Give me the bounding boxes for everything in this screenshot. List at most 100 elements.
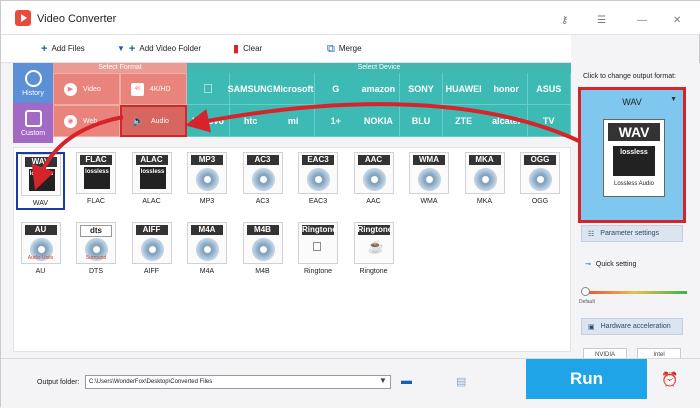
format-tile-flac[interactable]: FLAC lossless FLAC xyxy=(72,152,121,210)
apple-icon:  xyxy=(203,81,213,96)
close-icon[interactable]: ✕ xyxy=(673,15,681,26)
disc-icon xyxy=(307,168,330,191)
device-tile[interactable]: BLU xyxy=(400,105,443,137)
format-tab-audio[interactable]: 🔈 Audio xyxy=(120,105,187,137)
format-tab-4k-hd[interactable]: 4K 4K/HD xyxy=(120,73,187,105)
android-icon: ☕ xyxy=(367,239,384,254)
slider-handle[interactable] xyxy=(581,287,590,296)
key-icon[interactable]: ⚷ xyxy=(561,15,568,26)
format-tile-ringtone[interactable]: Ringtone  Ringtone xyxy=(294,222,343,280)
run-button[interactable]: Run xyxy=(526,359,647,399)
format-tile-mp3[interactable]: MP3 MP3 xyxy=(183,152,232,210)
play-icon: ▶ xyxy=(64,82,77,96)
folder-icon[interactable]: ▬ xyxy=(401,375,412,387)
minimize-icon[interactable]: — xyxy=(637,15,647,26)
device-tile[interactable]: NOKIA xyxy=(357,105,401,137)
format-badge: OGG xyxy=(524,155,556,165)
format-grid: WAV lossless WAV FLAC lossless FLAC ALAC lossle… xyxy=(13,147,571,352)
format-tile-aiff[interactable]: AIFF AIFF xyxy=(127,222,176,280)
format-tile-m4b[interactable]: M4B M4B xyxy=(238,222,287,280)
device-tile[interactable]: ASUS xyxy=(527,73,571,105)
toolbar: + Add Files ▼ + Add Video Folder ▮ Clear… xyxy=(1,35,571,63)
lossless-logo: lossless xyxy=(613,146,655,176)
disc-icon xyxy=(529,168,552,191)
format-label: OGG xyxy=(531,198,549,205)
merge-icon: ⧉ xyxy=(327,42,335,55)
format-label: Ringtone xyxy=(359,268,388,275)
format-tile-alac[interactable]: ALAC lossless ALAC xyxy=(127,152,176,210)
format-badge: Ringtone xyxy=(302,225,337,235)
device-tile[interactable]: mi xyxy=(272,105,316,137)
device-tile[interactable]: ZTE xyxy=(442,105,486,137)
lossless-logo: lossless xyxy=(84,167,110,189)
format-tile-eac3[interactable]: EAC3 EAC3 xyxy=(294,152,343,210)
quality-slider[interactable] xyxy=(583,291,687,294)
device-tile[interactable]: G xyxy=(314,73,358,105)
device-label: HUAWEI xyxy=(445,83,482,94)
device-tile[interactable]: amazon xyxy=(357,73,401,105)
format-tile-aac[interactable]: AAC AAC xyxy=(349,152,398,210)
format-icon: AC3 xyxy=(242,152,283,194)
select-format-header: Select Format xyxy=(53,63,187,73)
open-folder-icon[interactable]: ▤ xyxy=(456,375,466,388)
format-tab-web[interactable]: ◉ Web xyxy=(53,105,120,137)
format-tab-video[interactable]: ▶ Video xyxy=(53,73,120,105)
format-icon: ALAC lossless xyxy=(131,152,172,194)
format-tile-wav[interactable]: WAV lossless WAV xyxy=(16,152,65,210)
format-badge: AC3 xyxy=(246,155,279,165)
plus-icon: + xyxy=(41,42,48,55)
format-badge: AIFF xyxy=(135,225,168,235)
quick-setting: ⊸ Quick setting xyxy=(585,260,636,269)
format-icon: FLAC lossless xyxy=(76,152,116,194)
device-label: BLU xyxy=(411,115,431,126)
format-tile-m4a[interactable]: M4A M4A xyxy=(183,222,232,280)
format-tile-ogg[interactable]: OGG OGG xyxy=(516,152,565,210)
device-tile[interactable]: HUAWEI xyxy=(442,73,486,105)
format-label: M4B xyxy=(255,268,270,275)
device-tile[interactable]: SAMSUNG xyxy=(228,73,274,105)
format-tab-label: Audio xyxy=(151,117,169,125)
format-label: Ringtone xyxy=(303,268,333,275)
format-icon: WMA xyxy=(409,152,449,194)
device-tile[interactable]: SONY xyxy=(400,73,443,105)
menu-icon[interactable]: ☰ xyxy=(597,15,606,26)
device-tile[interactable]:  xyxy=(187,73,230,105)
output-folder-field[interactable]: C:\Users\WonderFox\Desktop\Converted Fil… xyxy=(85,375,391,389)
add-files-button[interactable]: + Add Files xyxy=(41,42,85,55)
format-tile-dts[interactable]: dts Surround DTS xyxy=(72,222,121,280)
device-tile[interactable]: TV xyxy=(527,105,571,137)
format-label: DTS xyxy=(89,268,103,275)
device-tile[interactable]: honor xyxy=(485,73,529,105)
device-tile[interactable]: htc xyxy=(229,105,273,137)
merge-button[interactable]: ⧉ Merge xyxy=(327,42,362,55)
parameter-settings-button[interactable]: ☷ Parameter settings xyxy=(581,225,683,242)
format-tile-wma[interactable]: WMA WMA xyxy=(405,152,454,210)
hardware-acceleration-button[interactable]: ▣ Hardware acceleration xyxy=(581,318,683,335)
device-tile[interactable]: alcatel xyxy=(485,105,529,137)
alarm-clock-icon[interactable]: ⏰ xyxy=(661,371,678,388)
format-tile-au[interactable]: AU Audio Units AU xyxy=(16,222,65,280)
format-icon: M4A xyxy=(187,222,227,264)
format-badge: EAC3 xyxy=(302,155,334,165)
format-badge: MP3 xyxy=(191,155,223,165)
format-label: ALAC xyxy=(142,198,161,205)
custom-tab[interactable]: Custom xyxy=(13,103,53,143)
format-tile-ringtone-2[interactable]: Ringtone ☕ Ringtone xyxy=(349,222,398,280)
format-tile-mka[interactable]: MKA MKA xyxy=(460,152,509,210)
dropdown-arrow-icon: ▼ xyxy=(117,43,125,53)
output-folder-label: Output folder: xyxy=(37,379,80,386)
bottom-bar: Output folder: C:\Users\WonderFox\Deskto… xyxy=(1,358,700,408)
format-tile-ac3[interactable]: AC3 AC3 xyxy=(238,152,287,210)
clear-button[interactable]: ▮ Clear xyxy=(233,43,262,54)
output-format-selector[interactable]: WAV ▼ WAV lossless Lossless Audio xyxy=(578,87,686,223)
format-badge: WMA xyxy=(413,155,445,165)
device-label: Lenovo xyxy=(191,115,224,126)
chevron-down-icon[interactable]: ▼ xyxy=(670,96,677,103)
add-video-folder-button[interactable]: ▼ + Add Video Folder xyxy=(117,43,201,54)
card-badge: WAV xyxy=(608,123,660,141)
device-tile[interactable]: Lenovo xyxy=(187,105,230,137)
device-tile[interactable]: Microsoft xyxy=(272,73,316,105)
history-tab[interactable]: History xyxy=(13,63,53,103)
device-tile[interactable]: 1+ xyxy=(314,105,358,137)
chevron-down-icon[interactable]: ▼ xyxy=(379,376,387,385)
